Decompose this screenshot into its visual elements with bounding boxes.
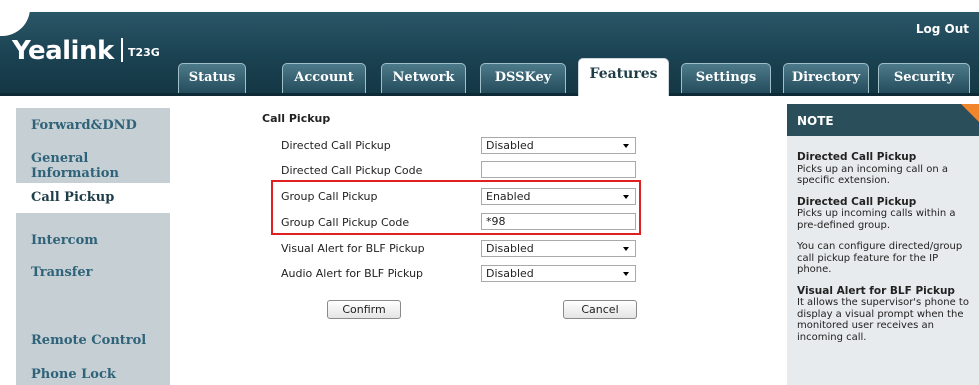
note-corner-accent <box>961 104 979 122</box>
cancel-button[interactable]: Cancel <box>563 300 637 319</box>
tab-settings[interactable]: Settings <box>681 63 771 93</box>
logout-link[interactable]: Log Out <box>916 22 969 36</box>
field-label: Visual Alert for BLF Pickup <box>281 242 425 255</box>
tab-security[interactable]: Security <box>878 63 970 93</box>
note-text: Picks up incoming calls within a pre-def… <box>797 208 956 231</box>
tab-dsskey[interactable]: DSSKey <box>480 63 566 93</box>
sidebar-item-remote-control[interactable]: Remote Control <box>16 333 170 348</box>
sidebar-item-call-pickup[interactable]: Call Pickup <box>16 183 176 213</box>
section-title: Call Pickup <box>262 112 331 125</box>
visual-alert-blf-pickup-select[interactable]: Disabled <box>481 240 636 257</box>
tab-features[interactable]: Features <box>578 58 669 96</box>
chevron-down-icon <box>623 195 629 199</box>
group-call-pickup-code-input[interactable]: *98 <box>481 213 636 230</box>
note-text: You can configure directed/group call pi… <box>797 241 963 275</box>
chevron-down-icon <box>623 144 629 148</box>
field-label: Audio Alert for BLF Pickup <box>281 267 424 280</box>
select-value: Disabled <box>486 267 534 280</box>
tab-account[interactable]: Account <box>282 63 366 93</box>
audio-alert-blf-pickup-select[interactable]: Disabled <box>481 265 636 282</box>
field-label: Group Call Pickup Code <box>281 216 410 229</box>
note-entry: Directed Call Pickup Picks up an incomin… <box>797 151 973 187</box>
sidebar-item-transfer[interactable]: Transfer <box>16 265 170 280</box>
chevron-down-icon <box>623 272 629 276</box>
select-value: Enabled <box>486 190 531 203</box>
tab-status[interactable]: Status <box>178 63 246 93</box>
select-value: Disabled <box>486 139 534 152</box>
note-heading: Directed Call Pickup <box>797 195 917 208</box>
note-text: It allows the supervisor's phone to disp… <box>797 297 969 343</box>
field-label: Group Call Pickup <box>281 190 378 203</box>
logo-divider <box>121 38 123 62</box>
group-call-pickup-select[interactable]: Enabled <box>481 188 636 205</box>
note-heading: Visual Alert for BLF Pickup <box>797 284 955 297</box>
note-title: NOTE <box>787 104 979 136</box>
field-label: Directed Call Pickup Code <box>281 164 423 177</box>
sidebar-item-phone-lock[interactable]: Phone Lock <box>16 367 170 382</box>
sidebar: Forward&DND General Information Audio In… <box>16 108 176 385</box>
note-entry: You can configure directed/group call pi… <box>797 241 973 276</box>
sidebar-item-intercom[interactable]: Intercom <box>16 233 170 248</box>
sidebar-item-general-information[interactable]: General Information <box>16 151 170 181</box>
tab-network[interactable]: Network <box>381 63 466 93</box>
note-entry: Directed Call Pickup Picks up incoming c… <box>797 195 973 232</box>
note-body: Directed Call Pickup Picks up an incomin… <box>797 151 973 353</box>
chevron-down-icon <box>623 247 629 251</box>
note-text: Picks up an incoming call on a specific … <box>797 163 949 187</box>
field-label: Directed Call Pickup <box>281 139 391 152</box>
directed-call-pickup-select[interactable]: Disabled <box>481 137 636 154</box>
model-label: T23G <box>128 46 160 59</box>
directed-call-pickup-code-input[interactable] <box>481 161 636 178</box>
sidebar-item-forward-dnd[interactable]: Forward&DND <box>16 118 170 133</box>
confirm-button[interactable]: Confirm <box>327 300 401 319</box>
note-panel: NOTE Directed Call Pickup Picks up an in… <box>787 104 979 385</box>
note-heading: Directed Call Pickup <box>797 151 917 163</box>
note-entry: Visual Alert for BLF Pickup It allows th… <box>797 284 973 344</box>
header-bar: Yealink T23G Log Out Status Account Netw… <box>0 0 979 96</box>
tab-directory[interactable]: Directory <box>783 63 869 93</box>
select-value: Disabled <box>486 242 534 255</box>
brand-logo: Yealink <box>12 36 114 66</box>
